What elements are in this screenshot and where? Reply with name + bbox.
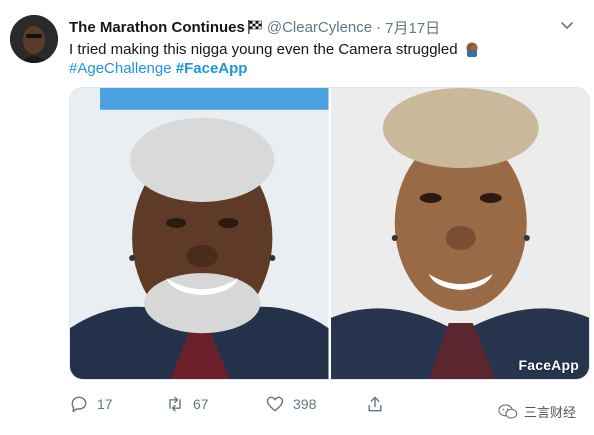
reply-count: 17: [97, 396, 113, 412]
like-count: 398: [293, 396, 317, 412]
wechat-icon: [498, 403, 518, 419]
faceapp-watermark: FaceApp: [518, 357, 579, 373]
tweet-date[interactable]: 7月17日: [385, 17, 440, 38]
photo-young[interactable]: FaceApp: [330, 88, 589, 379]
chevron-down-icon[interactable]: [558, 16, 576, 34]
tweet-card[interactable]: The Marathon Continues @ClearCylence · 7…: [0, 0, 594, 435]
tweet-header: The Marathon Continues @ClearCylence · 7…: [69, 16, 584, 38]
separator-dot: ·: [376, 18, 382, 36]
facepalm-emoji-icon: [464, 41, 480, 57]
photo-original[interactable]: [70, 88, 329, 379]
like-button[interactable]: 398: [265, 394, 365, 414]
retweet-button[interactable]: 67: [165, 394, 265, 414]
hashtag-agechallenge[interactable]: #AgeChallenge: [69, 60, 172, 77]
retweet-icon: [169, 396, 181, 412]
retweet-count: 67: [193, 396, 209, 412]
tweet-text-content: I tried making this nigga young even the…: [69, 41, 458, 58]
share-button[interactable]: [365, 394, 405, 414]
reply-button[interactable]: 17: [69, 394, 165, 414]
hashtag-faceapp[interactable]: #FaceApp: [176, 60, 248, 77]
avatar[interactable]: [10, 15, 58, 63]
media-grid[interactable]: FaceApp: [69, 87, 590, 380]
share-icon: [368, 396, 382, 412]
hashtag-line: #AgeChallenge #FaceApp: [69, 58, 247, 79]
tweet-text: I tried making this nigga young even the…: [69, 39, 480, 60]
heart-icon: [266, 396, 284, 412]
user-handle[interactable]: @ClearCylence: [267, 19, 372, 36]
wechat-watermark: 三言财经: [498, 402, 576, 421]
wechat-account-name: 三言财经: [523, 405, 576, 420]
checkered-flag-icon: [247, 19, 263, 35]
action-bar: 17 67 398: [69, 392, 529, 416]
reply-icon: [71, 396, 87, 413]
display-name[interactable]: The Marathon Continues: [69, 19, 245, 36]
